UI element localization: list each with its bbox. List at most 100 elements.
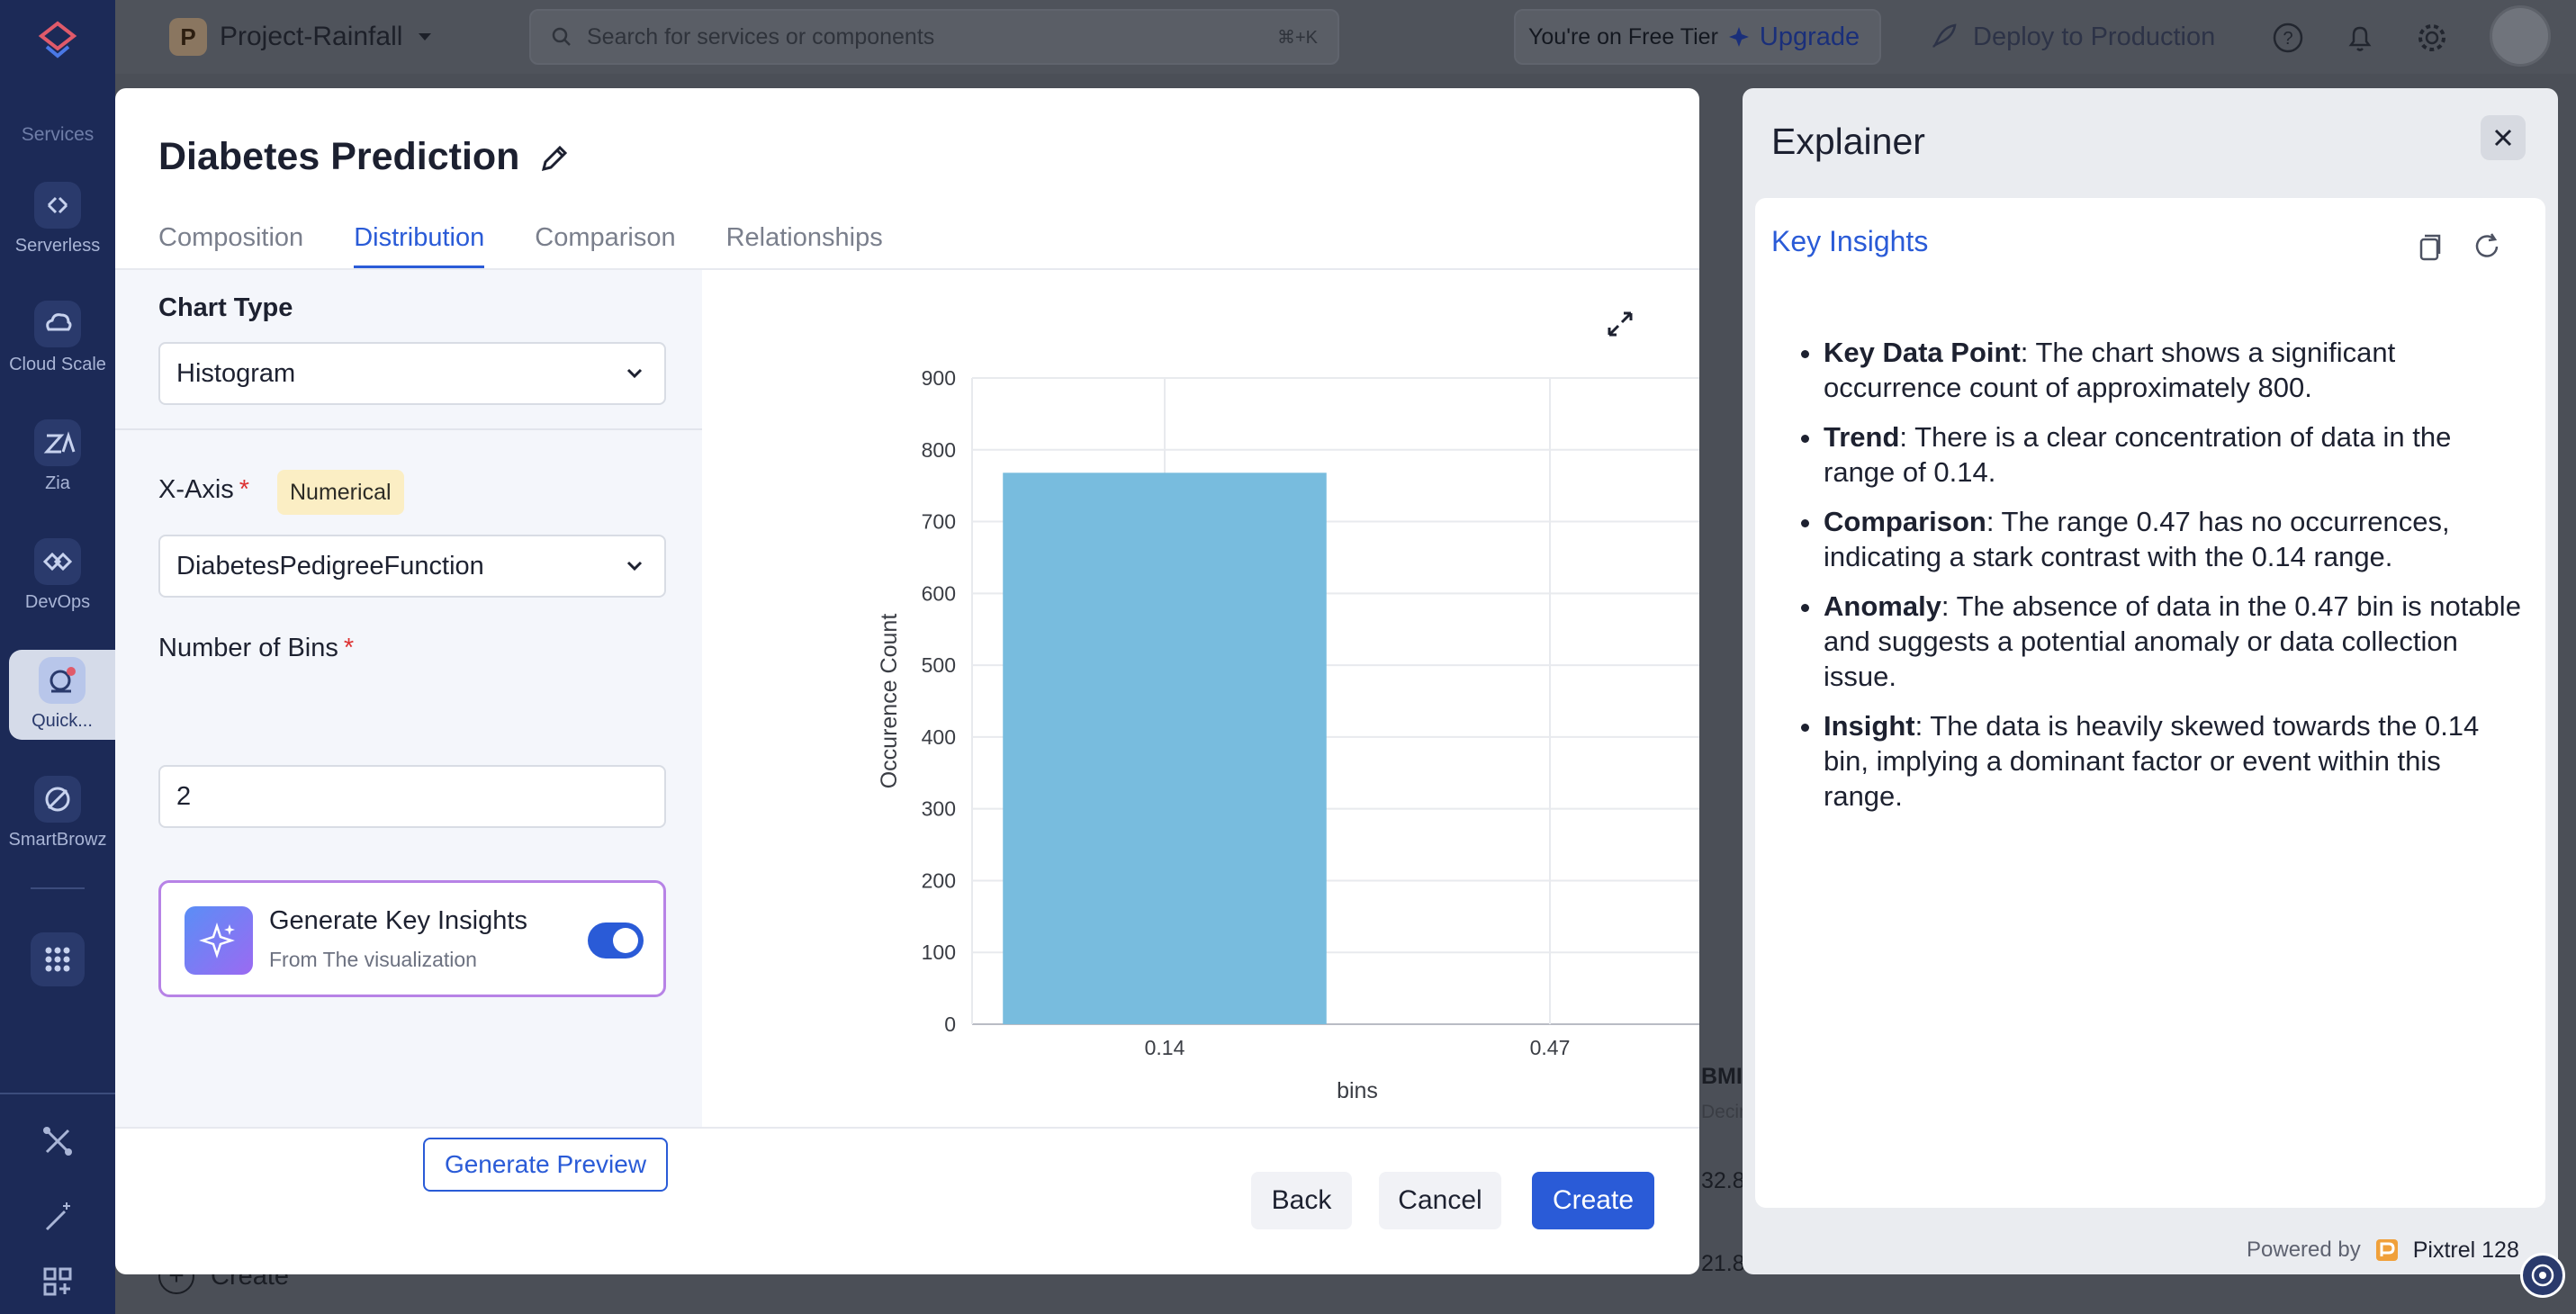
y-tick-label: 0 [944, 1012, 956, 1036]
explainer-title: Explainer [1771, 121, 1925, 162]
bins-value: 2 [176, 781, 192, 811]
insight-term: Anomaly [1824, 590, 1941, 622]
rail-item-label: Serverless [14, 236, 101, 256]
y-tick-label: 700 [922, 510, 956, 534]
dialog-title: Diabetes Prediction [158, 135, 520, 178]
insight-text: : The data is heavily skewed towards the… [1824, 710, 2480, 812]
tab-composition[interactable]: Composition [158, 223, 303, 269]
back-button[interactable]: Back [1251, 1172, 1352, 1229]
quickml-icon [39, 657, 86, 704]
chevron-down-icon [626, 368, 643, 379]
x-axis-select[interactable]: DiabetesPedigreeFunction [158, 535, 666, 598]
apps-grid-icon[interactable] [31, 932, 85, 986]
toggle-knob [613, 928, 638, 953]
refresh-icon[interactable] [2470, 229, 2506, 265]
rail-item-label: Zia [45, 473, 70, 493]
chart-type-value: Histogram [176, 358, 296, 388]
help-icon[interactable]: ? [2270, 20, 2306, 56]
chart-type-select[interactable]: Histogram [158, 342, 666, 405]
catalyst-logo-icon[interactable] [31, 16, 85, 70]
bell-icon[interactable] [2342, 20, 2378, 56]
y-axis-title: Occurence Count [877, 614, 902, 789]
pencil-icon[interactable] [535, 139, 574, 178]
histogram-bar [1003, 472, 1327, 1024]
list-item: Anomaly: The absence of data in the 0.47… [1824, 589, 2526, 694]
deploy-label: Deploy to Production [1973, 22, 2216, 51]
deploy-button[interactable]: Deploy to Production [1928, 14, 2215, 59]
generate-insights-card: Generate Key Insights From The visualiza… [158, 880, 666, 997]
required-mark: * [239, 475, 250, 504]
user-avatar[interactable] [2490, 5, 2551, 67]
rail-item-quickml[interactable]: Quick... [9, 650, 115, 740]
project-name: Project-Rainfall [220, 22, 403, 51]
rail-item-zia[interactable]: Zia [0, 419, 115, 527]
chart-preview: 0 100 200 300 400 500 600 700 800 900 0.14 0.47 bins… [702, 270, 1699, 1127]
help-chat-button[interactable] [2520, 1253, 2565, 1298]
add-widget-icon[interactable] [40, 1264, 76, 1300]
list-item: Trend: There is a clear concentration of… [1824, 419, 2526, 490]
rail-item-label: SmartBrowz [8, 830, 107, 850]
zia-icon [34, 419, 81, 466]
cancel-button[interactable]: Cancel [1379, 1172, 1501, 1229]
bins-label: Number of Bins * [158, 634, 354, 663]
footer-divider [115, 1127, 1699, 1129]
chart-dialog: Diabetes Prediction Composition Distribu… [115, 88, 1699, 1274]
y-tick-label: 300 [922, 797, 956, 821]
bins-label-text: Number of Bins [158, 634, 338, 662]
tab-relationships[interactable]: Relationships [726, 223, 883, 269]
insights-heading: Key Insights [1771, 225, 1929, 257]
insight-text: : There is a clear concentration of data… [1824, 421, 2452, 488]
powered-by-label: Powered by [2247, 1238, 2361, 1262]
table-header: BMI [1701, 1064, 1743, 1089]
y-tick-label: 200 [922, 868, 956, 892]
rail-item-cloud-scale[interactable]: Cloud Scale [0, 301, 115, 409]
insights-title: Generate Key Insights [269, 906, 527, 935]
left-rail: Services Serverless Cloud Scale Zia DevO… [0, 0, 115, 1314]
search-icon [552, 27, 571, 46]
sparkle-icon [185, 906, 253, 975]
upgrade-link[interactable]: Upgrade [1760, 22, 1860, 52]
search-placeholder: Search for services or components [587, 23, 935, 50]
data-type-badge: Numerical [277, 470, 404, 515]
x-tick-label: 0.47 [1530, 1036, 1571, 1059]
y-tick-label: 500 [922, 653, 956, 677]
chevron-down-icon [626, 561, 643, 572]
insight-term: Comparison [1824, 506, 1986, 537]
x-axis-label-text: X-Axis [158, 475, 234, 504]
serverless-icon [34, 182, 81, 229]
rail-item-devops[interactable]: DevOps [0, 538, 115, 646]
tab-comparison[interactable]: Comparison [535, 223, 675, 269]
rail-item-label: DevOps [24, 592, 91, 612]
rail-divider [31, 887, 85, 889]
generate-preview-button[interactable]: Generate Preview [423, 1138, 668, 1192]
search-input[interactable]: Search for services or components ⌘+K [529, 9, 1339, 65]
copy-icon[interactable] [2412, 229, 2448, 265]
expand-icon[interactable] [1602, 306, 1638, 342]
magic-wand-icon[interactable] [40, 1199, 76, 1235]
integrations-icon[interactable] [40, 1123, 76, 1159]
insight-list: Key Data Point: The chart shows a signif… [1791, 335, 2526, 828]
insights-subtitle: From The visualization [269, 948, 477, 971]
x-axis-label: X-Axis * [158, 475, 249, 505]
list-item: Key Data Point: The chart shows a signif… [1824, 335, 2526, 405]
insight-term: Trend [1824, 421, 1900, 453]
insight-term: Insight [1824, 710, 1915, 742]
close-button[interactable] [2481, 115, 2526, 160]
smartbrowz-icon [34, 776, 81, 823]
tier-banner: You're on Free Tier Upgrade [1514, 9, 1881, 65]
table-cell: 32.8 [1701, 1168, 1745, 1193]
gear-icon[interactable] [2414, 20, 2450, 56]
cloud-icon [34, 301, 81, 347]
tab-distribution[interactable]: Distribution [354, 223, 485, 269]
rail-item-serverless[interactable]: Serverless [0, 182, 115, 290]
rail-item-label: Cloud Scale [9, 355, 106, 374]
project-switcher[interactable]: P Project-Rainfall [169, 16, 435, 58]
x-axis-title: bins [1337, 1078, 1378, 1103]
y-tick-label: 900 [922, 366, 956, 390]
bins-input[interactable]: 2 [158, 765, 666, 828]
y-tick-label: 100 [922, 940, 956, 964]
rail-item-smartbrowz[interactable]: SmartBrowz [0, 776, 115, 884]
create-button[interactable]: Create [1532, 1172, 1654, 1229]
insights-toggle[interactable] [588, 922, 644, 958]
y-tick-label: 400 [922, 725, 956, 749]
